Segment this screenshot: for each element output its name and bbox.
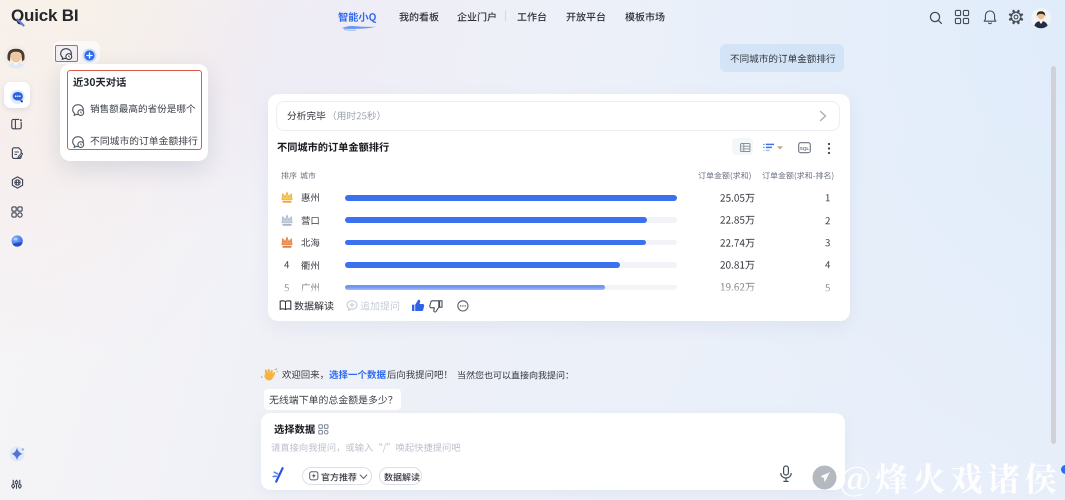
svg-text:SQL: SQL bbox=[800, 146, 810, 151]
